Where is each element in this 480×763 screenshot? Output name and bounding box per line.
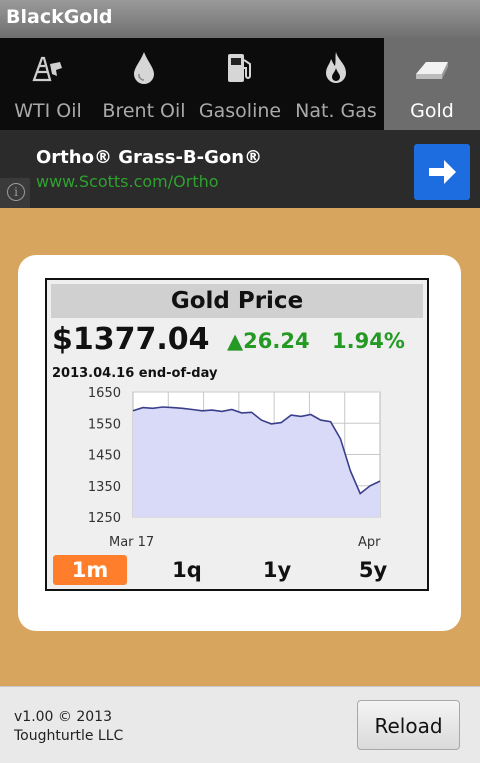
ad-open-button[interactable] — [414, 144, 470, 200]
ad-headline: Ortho® Grass-B-Gon® — [36, 147, 263, 168]
ad-info-button[interactable]: i — [0, 178, 30, 208]
range-5y-button[interactable]: 5y — [333, 555, 413, 585]
ad-url[interactable]: www.Scotts.com/Ortho — [36, 172, 219, 191]
y-tick-label: 1250 — [88, 511, 121, 526]
range-1q-button[interactable]: 1q — [147, 555, 227, 585]
tab-nat-gas[interactable]: Nat. Gas — [288, 38, 384, 130]
range-selector: 1m 1q 1y 5y — [51, 555, 427, 585]
tab-label: Gasoline — [198, 100, 282, 122]
price-change: ▲26.24 — [227, 329, 310, 353]
x-tick-label: Apr — [358, 535, 381, 550]
current-price: $1377.04 — [52, 322, 210, 357]
app-title: BlackGold — [6, 6, 113, 28]
ad-banner[interactable]: Ortho® Grass-B-Gon® www.Scotts.com/Ortho… — [0, 130, 480, 208]
x-tick-label: Mar 17 — [109, 535, 154, 550]
range-1y-button[interactable]: 1y — [237, 555, 317, 585]
y-tick-label: 1350 — [88, 480, 121, 495]
tab-label: Gold — [410, 100, 454, 122]
tab-brent-oil[interactable]: Brent Oil — [96, 38, 192, 130]
footer-bar: v1.00 © 2013 Toughturtle LLC Reload — [0, 686, 480, 763]
tab-label: WTI Oil — [14, 100, 82, 122]
price-change-percent: 1.94% — [332, 329, 405, 353]
tab-wti-oil[interactable]: WTI Oil — [0, 38, 96, 130]
y-tick-label: 1650 — [88, 386, 121, 401]
tab-gold[interactable]: Gold — [384, 38, 480, 130]
commodity-tabs: WTI Oil Brent Oil Gasoline Nat. Gas Gold — [0, 38, 480, 130]
info-icon: i — [7, 183, 25, 201]
gas-pump-icon — [228, 54, 251, 82]
version-info: v1.00 © 2013 Toughturtle LLC — [14, 708, 123, 746]
tab-label: Nat. Gas — [295, 100, 377, 122]
y-tick-label: 1450 — [88, 449, 121, 464]
arrow-right-icon — [429, 160, 456, 184]
y-tick-label: 1550 — [88, 417, 121, 432]
price-chart: 1650 1550 1450 1350 1250 Mar 17 Apr — [88, 386, 381, 550]
company-line: Toughturtle LLC — [14, 728, 124, 744]
gold-bar-icon — [416, 62, 448, 79]
oil-derrick-icon — [32, 56, 62, 82]
tab-gasoline[interactable]: Gasoline — [192, 38, 288, 130]
quote-heading: Gold Price — [51, 284, 423, 318]
oil-drop-icon — [134, 52, 154, 84]
quote-date: 2013.04.16 end-of-day — [52, 366, 218, 381]
tab-label: Brent Oil — [102, 100, 186, 122]
flame-icon — [326, 52, 346, 83]
gold-quote-panel: Gold Price $1377.04 ▲26.24 1.94% 2013.04… — [45, 278, 429, 591]
range-1m-button[interactable]: 1m — [53, 555, 127, 585]
title-bar: BlackGold — [0, 0, 480, 38]
reload-button[interactable]: Reload — [357, 700, 460, 750]
version-line: v1.00 © 2013 — [14, 709, 112, 725]
